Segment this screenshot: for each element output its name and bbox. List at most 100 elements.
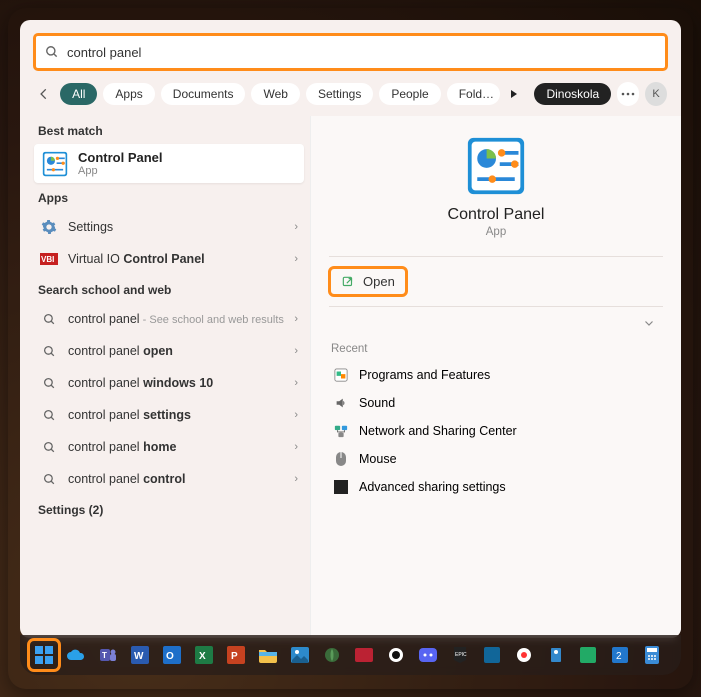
chevron-right-icon: › bbox=[294, 313, 298, 325]
svg-text:VBI: VBI bbox=[41, 255, 54, 264]
web-item[interactable]: control panel open › bbox=[34, 335, 304, 367]
recent-label: Programs and Features bbox=[359, 368, 490, 382]
web-label: control panel settings bbox=[68, 408, 284, 422]
taskbar-onedrive-icon[interactable] bbox=[62, 641, 90, 669]
search-icon bbox=[40, 342, 58, 360]
more-options-icon[interactable] bbox=[617, 82, 639, 106]
recent-label: Advanced sharing settings bbox=[359, 480, 506, 494]
search-icon bbox=[40, 374, 58, 392]
sound-icon bbox=[333, 395, 349, 411]
taskbar-word-icon[interactable]: W bbox=[126, 641, 154, 669]
svg-text:X: X bbox=[199, 651, 206, 662]
app-label: Virtual IO Control Panel bbox=[68, 252, 284, 266]
search-icon bbox=[40, 470, 58, 488]
preview-title: Control Panel bbox=[448, 206, 545, 224]
avatar[interactable]: K bbox=[645, 82, 667, 106]
control-panel-large-icon bbox=[466, 136, 526, 196]
search-bar[interactable] bbox=[34, 34, 667, 70]
recent-item-programs[interactable]: Programs and Features bbox=[329, 361, 663, 389]
results-panel: Best match Control Panel App Apps Sett bbox=[20, 116, 310, 638]
taskbar-powerpoint-icon[interactable]: P bbox=[222, 641, 250, 669]
taskbar-explorer-icon[interactable] bbox=[254, 641, 282, 669]
filter-more-icon[interactable] bbox=[506, 89, 522, 99]
recent-header: Recent bbox=[329, 333, 663, 361]
best-match-subtitle: App bbox=[78, 165, 163, 177]
open-button[interactable]: Open bbox=[331, 269, 405, 294]
taskbar-app-icon[interactable] bbox=[382, 641, 410, 669]
best-match-item[interactable]: Control Panel App bbox=[34, 144, 304, 183]
taskbar-app-icon[interactable] bbox=[510, 641, 538, 669]
settings-header: Settings (2) bbox=[34, 495, 304, 523]
search-icon bbox=[40, 310, 58, 328]
app-item-virtual-io[interactable]: VBI Virtual IO Control Panel › bbox=[34, 243, 304, 275]
search-icon bbox=[40, 406, 58, 424]
chevron-right-icon: › bbox=[294, 441, 298, 453]
web-item[interactable]: control panel control › bbox=[34, 463, 304, 495]
web-item[interactable]: control panel settings › bbox=[34, 399, 304, 431]
chevron-right-icon: › bbox=[294, 473, 298, 485]
chevron-right-icon: › bbox=[294, 253, 298, 265]
chevron-right-icon: › bbox=[294, 221, 298, 233]
search-input[interactable] bbox=[67, 45, 656, 60]
app-item-settings[interactable]: Settings › bbox=[34, 211, 304, 243]
filter-people[interactable]: People bbox=[379, 83, 440, 105]
divider bbox=[329, 256, 663, 257]
mouse-icon bbox=[333, 451, 349, 467]
filter-documents[interactable]: Documents bbox=[161, 83, 246, 105]
svg-text:O: O bbox=[166, 651, 174, 662]
taskbar-app-icon[interactable] bbox=[574, 641, 602, 669]
preview-panel: Control Panel App Open bbox=[310, 116, 681, 638]
filter-all[interactable]: All bbox=[60, 83, 97, 105]
chevron-down-icon[interactable] bbox=[635, 313, 663, 333]
taskbar-epic-icon[interactable]: EPIC bbox=[446, 641, 474, 669]
profile-pill[interactable]: Dinoskola bbox=[534, 83, 611, 105]
web-item[interactable]: control panel windows 10 › bbox=[34, 367, 304, 399]
gear-icon bbox=[40, 218, 58, 236]
taskbar: T W O X P EPIC 2 bbox=[20, 635, 681, 675]
control-panel-icon bbox=[42, 151, 68, 177]
taskbar-app-icon[interactable]: 2 bbox=[606, 641, 634, 669]
filter-settings[interactable]: Settings bbox=[306, 83, 373, 105]
search-icon bbox=[40, 438, 58, 456]
recent-item-advanced-sharing[interactable]: Advanced sharing settings bbox=[329, 473, 663, 501]
recent-item-sound[interactable]: Sound bbox=[329, 389, 663, 417]
web-label: control panel home bbox=[68, 440, 284, 454]
web-item[interactable]: control panel home › bbox=[34, 431, 304, 463]
preview-subtitle: App bbox=[486, 226, 506, 238]
app-label: Settings bbox=[68, 220, 284, 234]
taskbar-calculator-icon[interactable] bbox=[638, 641, 666, 669]
web-item[interactable]: control panel - See school and web resul… bbox=[34, 303, 304, 335]
taskbar-app-icon[interactable] bbox=[542, 641, 570, 669]
svg-text:2: 2 bbox=[616, 651, 622, 662]
taskbar-teams-icon[interactable]: T bbox=[94, 641, 122, 669]
search-icon bbox=[45, 45, 59, 59]
search-window: All Apps Documents Web Settings People F… bbox=[20, 20, 681, 638]
taskbar-app-icon[interactable] bbox=[318, 641, 346, 669]
taskbar-excel-icon[interactable]: X bbox=[190, 641, 218, 669]
programs-icon bbox=[333, 367, 349, 383]
taskbar-app-icon[interactable] bbox=[350, 641, 378, 669]
virtual-io-icon: VBI bbox=[40, 250, 58, 268]
apps-header: Apps bbox=[34, 183, 304, 211]
taskbar-app-icon[interactable] bbox=[478, 641, 506, 669]
best-match-title: Control Panel bbox=[78, 150, 163, 165]
taskbar-discord-icon[interactable] bbox=[414, 641, 442, 669]
svg-text:T: T bbox=[102, 651, 107, 660]
taskbar-photos-icon[interactable] bbox=[286, 641, 314, 669]
back-arrow-icon[interactable] bbox=[34, 83, 54, 105]
filter-folders[interactable]: Fold… bbox=[447, 83, 500, 105]
web-label: control panel control bbox=[68, 472, 284, 486]
web-header: Search school and web bbox=[34, 275, 304, 303]
recent-item-network[interactable]: Network and Sharing Center bbox=[329, 417, 663, 445]
chevron-right-icon: › bbox=[294, 409, 298, 421]
open-label: Open bbox=[363, 274, 395, 289]
start-button[interactable] bbox=[30, 641, 58, 669]
best-match-header: Best match bbox=[34, 116, 304, 144]
filter-row: All Apps Documents Web Settings People F… bbox=[20, 78, 681, 116]
filter-apps[interactable]: Apps bbox=[103, 83, 154, 105]
svg-text:W: W bbox=[134, 651, 144, 662]
recent-item-mouse[interactable]: Mouse bbox=[329, 445, 663, 473]
taskbar-outlook-icon[interactable]: O bbox=[158, 641, 186, 669]
svg-text:P: P bbox=[231, 651, 238, 662]
filter-web[interactable]: Web bbox=[251, 83, 299, 105]
